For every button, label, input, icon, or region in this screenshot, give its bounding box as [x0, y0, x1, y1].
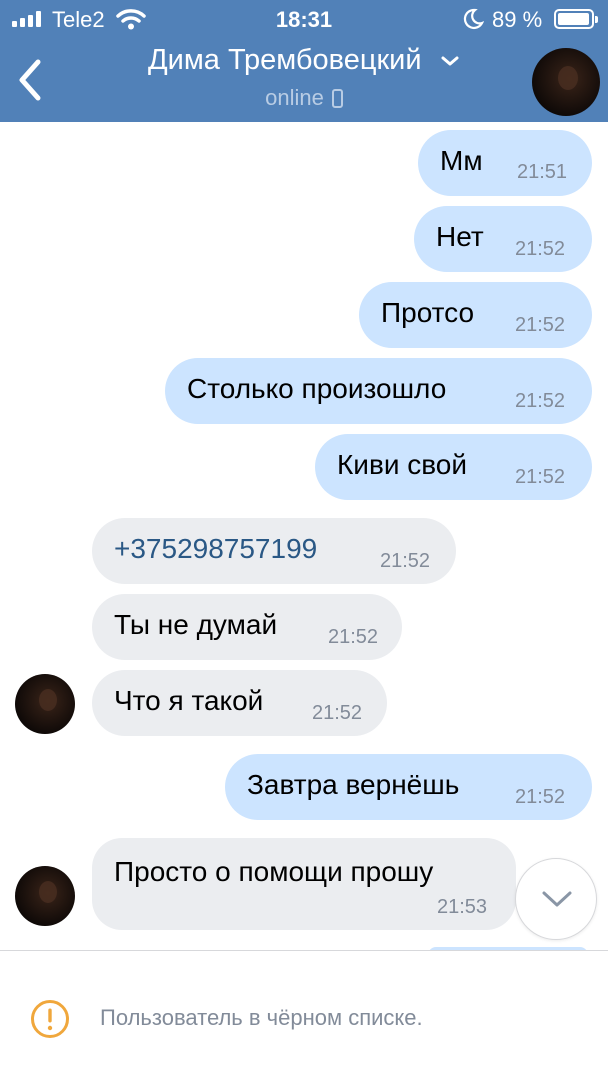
message-time: 21:52: [515, 238, 566, 260]
message-time: 21:52: [515, 314, 566, 336]
message-text: Просто о помощи прошу: [114, 856, 434, 887]
blocked-notice-text: Пользователь в чёрном списке.: [100, 1005, 423, 1030]
message-time: 21:52: [328, 626, 379, 648]
message-text: Мм: [440, 145, 483, 176]
message-text: Завтра вернёшь: [247, 769, 460, 800]
presence-label: online: [265, 85, 324, 110]
top-bar: Tele2 18:31 89 % Дима Трембовецкий onlin…: [0, 0, 608, 122]
title-chevron-down-icon: [441, 56, 459, 65]
message-text: Что я такой: [114, 685, 264, 716]
message-time: 21:52: [312, 702, 363, 724]
contact-avatar[interactable]: [532, 48, 600, 116]
phone-icon: [331, 89, 343, 108]
message-bubble-outgoing[interactable]: Столько произошло 21:52: [165, 358, 592, 424]
presence-status: online: [0, 85, 608, 111]
message-text: Киви свой: [337, 449, 468, 480]
blocked-notice-bar: Пользователь в чёрном списке.: [0, 950, 608, 1080]
sender-avatar[interactable]: [15, 674, 75, 734]
message-text: Ты не думай: [114, 609, 278, 640]
message-bubble-incoming[interactable]: Просто о помощи прошу 21:53: [92, 838, 516, 930]
message-bubble-incoming[interactable]: Что я такой 21:52: [92, 670, 387, 736]
message-bubble-outgoing[interactable]: Нет 21:52: [414, 206, 592, 272]
battery-icon: [554, 9, 598, 29]
message-time: 21:51: [517, 161, 568, 183]
message-text: Нет: [436, 221, 484, 252]
message-bubble-outgoing[interactable]: Завтра вернёшь 21:52: [225, 754, 592, 820]
message-bubble-incoming[interactable]: Ты не думай 21:52: [92, 594, 402, 660]
message-text: Протсо: [381, 297, 475, 328]
message-bubble-outgoing[interactable]: Киви свой 21:52: [315, 434, 592, 500]
message-list[interactable]: Мм 21:51 Нет 21:52 Протсо 21:52 Столько …: [0, 122, 608, 950]
chat-title-button[interactable]: Дима Трембовецкий: [0, 44, 608, 77]
chevron-down-icon: [542, 891, 572, 907]
phone-number-link[interactable]: +375298757199: [114, 516, 317, 582]
battery-percent: 89 %: [492, 7, 543, 32]
message-time: 21:52: [515, 786, 566, 808]
message-time: 21:52: [515, 466, 566, 488]
scroll-to-bottom-button[interactable]: [515, 858, 597, 940]
status-bar: Tele2 18:31 89 %: [0, 0, 608, 40]
message-time: 21:52: [380, 550, 431, 572]
message-bubble-incoming[interactable]: +375298757199 21:52: [92, 518, 456, 584]
message-text: Столько произошло: [187, 373, 447, 404]
sender-avatar[interactable]: [15, 866, 75, 926]
message-bubble-outgoing[interactable]: Протсо 21:52: [359, 282, 592, 348]
message-time: 21:53: [437, 896, 488, 918]
chat-title: Дима Трембовецкий: [147, 44, 422, 76]
moon-icon: [463, 8, 484, 30]
message-time: 21:52: [515, 390, 566, 412]
warning-icon: [31, 1000, 69, 1038]
message-bubble-outgoing[interactable]: Мм 21:51: [418, 130, 592, 196]
